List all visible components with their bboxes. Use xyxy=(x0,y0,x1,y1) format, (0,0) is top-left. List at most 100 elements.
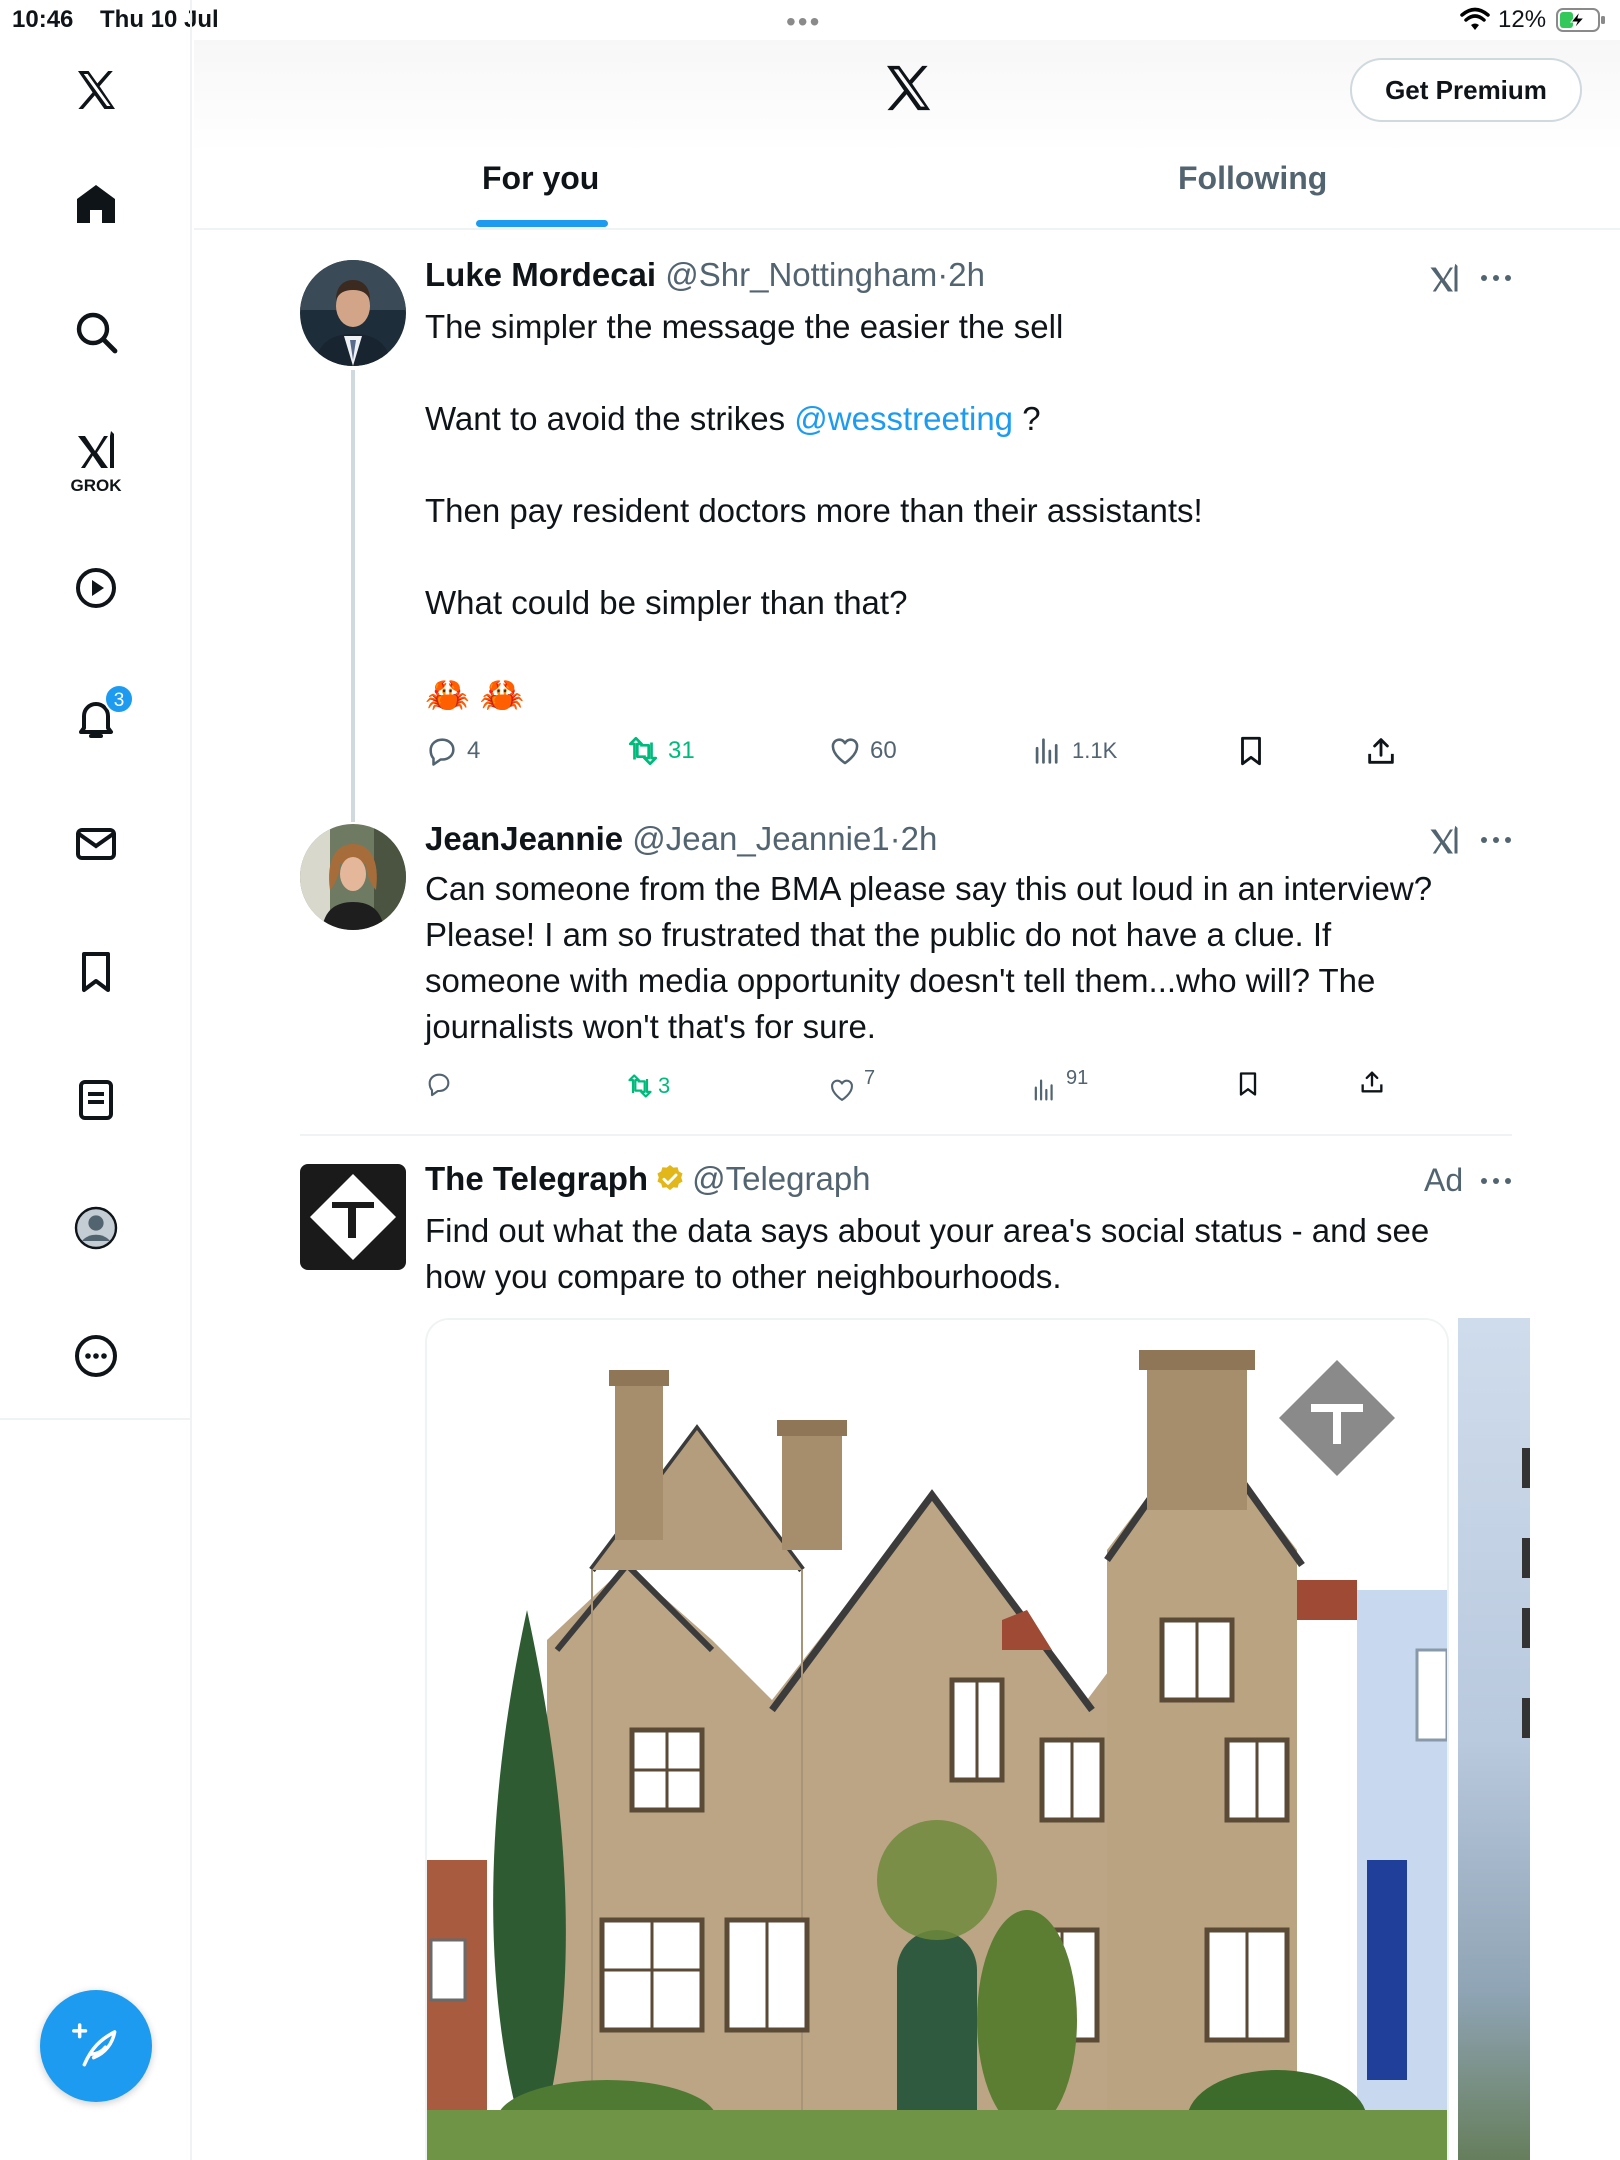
reply-icon xyxy=(429,738,455,766)
house-image xyxy=(427,1320,1447,2160)
tweet-text-segment: Want to avoid the strikes xyxy=(425,400,795,437)
views-button[interactable]: 91 xyxy=(1030,1062,1088,1104)
repost-button[interactable]: 31 xyxy=(626,734,695,768)
view-count: 91 xyxy=(1066,1066,1089,1089)
compose-button[interactable] xyxy=(40,1990,152,2102)
notification-badge: 3 xyxy=(104,684,134,714)
verified-gold-badge-icon xyxy=(657,1165,683,1191)
avatar[interactable] xyxy=(300,824,406,930)
sidebar: GROK 3 xyxy=(0,0,192,2160)
tab-for-you[interactable]: For you xyxy=(482,160,599,197)
views-button[interactable]: 1.1K xyxy=(1030,734,1117,768)
reply-button[interactable]: 4 xyxy=(425,734,480,768)
tweet-line: someone with media opportunity doesn't t… xyxy=(425,962,1376,999)
reply-icon xyxy=(428,1073,450,1097)
share-icon xyxy=(1361,1071,1383,1093)
sidebar-divider xyxy=(0,1418,192,1420)
tweet-line: The simpler the message the easier the s… xyxy=(425,308,1064,345)
ad-label: Ad xyxy=(1424,1162,1464,1198)
tweet-line: What could be simpler than that? xyxy=(425,584,908,621)
tweet-line: Can someone from the BMA please say this… xyxy=(425,870,1433,907)
search-icon[interactable] xyxy=(70,306,122,358)
x-logo-icon[interactable] xyxy=(70,64,122,116)
avatar[interactable] xyxy=(300,260,406,366)
share-button[interactable] xyxy=(1358,1068,1386,1096)
tab-following[interactable]: Following xyxy=(1178,160,1327,197)
get-premium-button[interactable]: Get Premium xyxy=(1350,58,1582,122)
tweet-line: Please! I am so frustrated that the publ… xyxy=(425,916,1332,953)
tweet-header: The Telegraph @Telegraph xyxy=(425,1160,871,1198)
more-options-icon[interactable] xyxy=(1478,834,1514,846)
share-button[interactable] xyxy=(1364,734,1398,768)
repost-button[interactable]: 3 xyxy=(626,1072,670,1100)
views-chart-icon xyxy=(1035,738,1058,764)
like-button[interactable]: 7 xyxy=(828,1062,875,1104)
home-icon[interactable] xyxy=(70,178,122,230)
author-name[interactable]: JeanJeannie xyxy=(425,820,623,857)
dot-separator: · xyxy=(889,820,901,857)
like-count: 7 xyxy=(864,1066,876,1089)
more-options-icon[interactable] xyxy=(1478,1175,1514,1187)
like-button[interactable]: 60 xyxy=(828,734,897,768)
repost-count: 31 xyxy=(668,737,695,764)
like-count: 60 xyxy=(870,737,897,764)
tweet-text: The simpler the message the easier the s… xyxy=(425,304,1203,718)
tweet-divider xyxy=(300,1134,1512,1136)
tweet-line: how you compare to other neighbourhoods. xyxy=(425,1258,1062,1295)
active-tab-indicator xyxy=(476,220,608,227)
battery-percentage: 12% xyxy=(1498,6,1547,33)
more-options-icon[interactable] xyxy=(1478,272,1514,284)
ad-media-card[interactable] xyxy=(425,1318,1449,2160)
grok-label: GROK xyxy=(70,476,122,495)
telegraph-logo-avatar[interactable] xyxy=(300,1164,406,1270)
tweet-emoji: 🦀 🦀 xyxy=(425,674,525,715)
author-name[interactable]: The Telegraph xyxy=(425,1160,648,1197)
more-circle-icon[interactable] xyxy=(70,1330,122,1382)
dot-separator: · xyxy=(937,256,949,293)
mention-link[interactable]: @wesstreeting xyxy=(794,400,1013,437)
reply-count: 4 xyxy=(467,737,481,764)
repost-count: 3 xyxy=(658,1073,671,1098)
tweet-text: Find out what the data says about your a… xyxy=(425,1208,1429,1300)
bookmark-icon[interactable] xyxy=(70,946,122,998)
compose-feather-icon xyxy=(72,2023,117,2067)
author-handle[interactable]: @Shr_Nottingham xyxy=(665,256,937,293)
bookmark-icon xyxy=(1241,736,1261,766)
author-handle[interactable]: @Telegraph xyxy=(692,1160,870,1197)
messages-envelope-icon[interactable] xyxy=(70,818,122,870)
text-fragment-mark xyxy=(1522,1608,1530,1648)
battery-charging-icon xyxy=(1556,8,1605,32)
grok-explain-icon[interactable] xyxy=(1424,822,1464,858)
tweet-text: Can someone from the BMA please say this… xyxy=(425,866,1432,1050)
tweet-line: journalists won't that's for sure. xyxy=(425,1008,876,1045)
text-fragment-mark xyxy=(1522,1538,1530,1578)
bookmark-button[interactable] xyxy=(1234,1070,1262,1098)
repost-icon xyxy=(628,1074,652,1098)
tweet-header: Luke Mordecai @Shr_Nottingham·2h xyxy=(425,256,985,294)
author-handle[interactable]: @Jean_Jeannie1 xyxy=(632,820,889,857)
video-play-icon[interactable] xyxy=(70,562,122,614)
tweet-header: JeanJeannie @Jean_Jeannie1·2h xyxy=(425,820,937,858)
reply-button[interactable] xyxy=(425,1070,461,1098)
profile-icon[interactable] xyxy=(70,1202,122,1254)
tweet-time[interactable]: 2h xyxy=(901,820,938,857)
ad-media-card-next[interactable] xyxy=(1458,1318,1530,2160)
author-name[interactable]: Luke Mordecai xyxy=(425,256,656,293)
tweet-line: Then pay resident doctors more than thei… xyxy=(425,492,1203,529)
x-logo-icon xyxy=(887,65,931,111)
view-count: 1.1K xyxy=(1072,738,1118,763)
tweet-text-segment: ? xyxy=(1013,400,1041,437)
text-fragment-mark xyxy=(1522,1448,1530,1488)
grok-icon[interactable] xyxy=(70,424,122,476)
timeline-header: Get Premium For you Following xyxy=(194,40,1620,230)
thread-connector-line xyxy=(351,370,355,822)
lists-icon[interactable] xyxy=(70,1074,122,1126)
tweet-time[interactable]: 2h xyxy=(948,256,985,293)
repost-icon xyxy=(628,736,658,766)
heart-icon xyxy=(831,738,859,765)
multitasking-dots-icon[interactable]: ••• xyxy=(786,6,821,38)
bookmark-button[interactable] xyxy=(1234,734,1268,768)
share-icon xyxy=(1368,738,1394,764)
grok-explain-icon[interactable] xyxy=(1424,260,1464,296)
wifi-icon xyxy=(1460,7,1490,30)
